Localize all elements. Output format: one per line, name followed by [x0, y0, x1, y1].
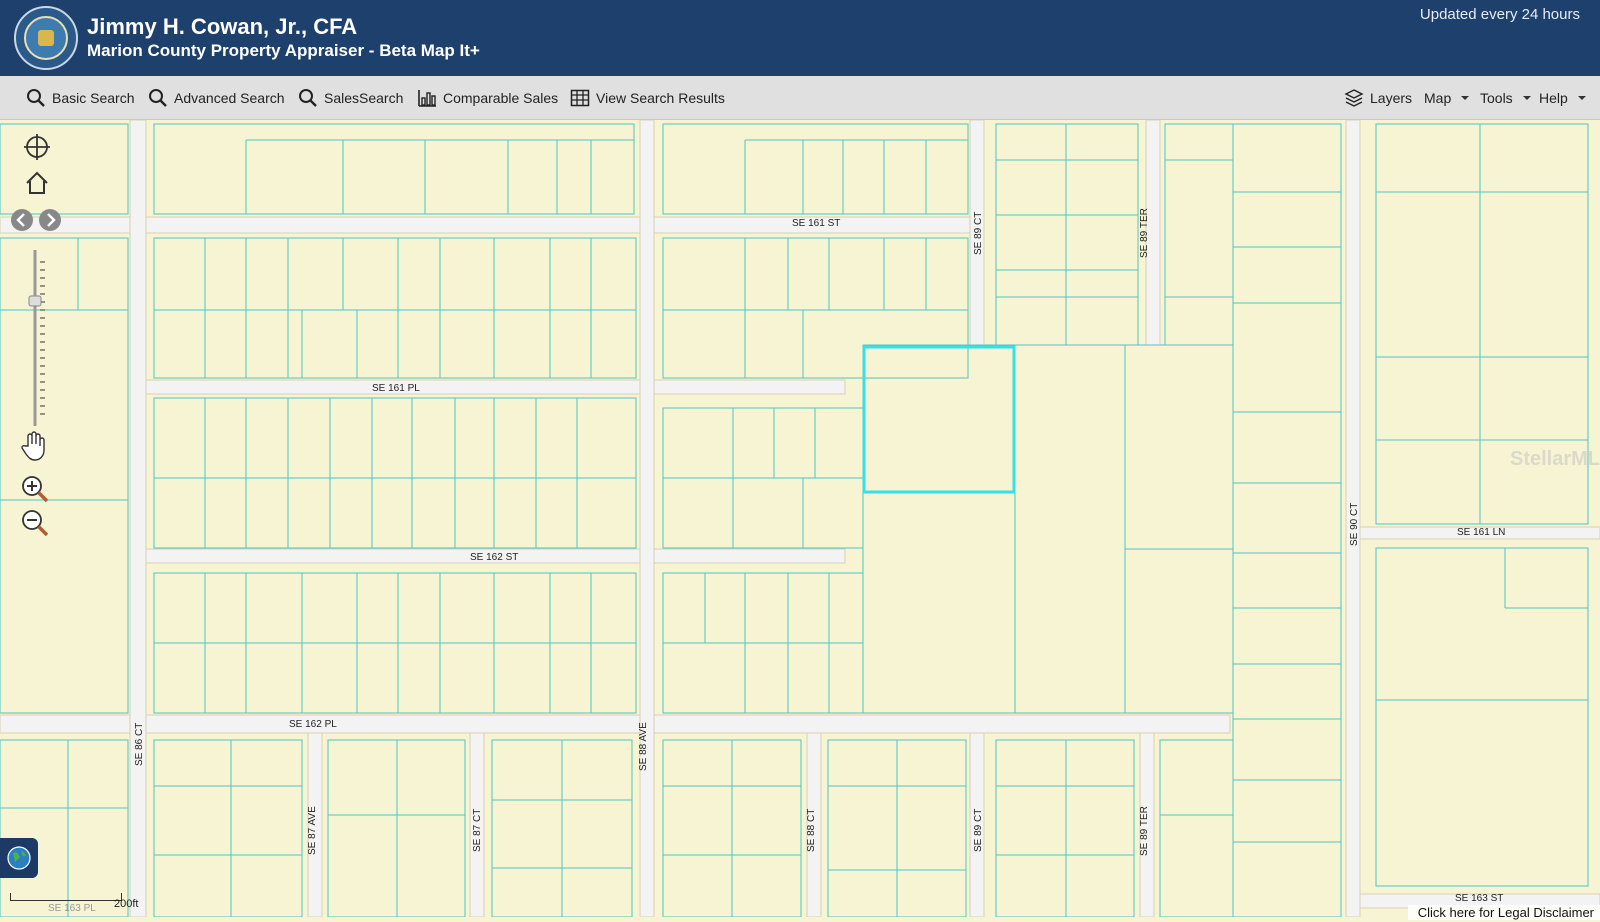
update-notice: Updated every 24 hours: [1419, 6, 1580, 23]
next-extent-button[interactable]: [38, 208, 62, 237]
street-label-se-89-ct-south: SE 89 CT: [973, 809, 984, 852]
chevron-left-icon: [11, 209, 33, 231]
app-subtitle: Marion County Property Appraiser - Beta …: [87, 41, 480, 60]
home-extent-button[interactable]: [24, 170, 50, 201]
scale-bar: [10, 893, 122, 901]
street-label-se-87-ct: SE 87 CT: [472, 809, 483, 852]
previous-extent-button[interactable]: [10, 208, 34, 237]
street-label-se-86-ct: SE 86 CT: [134, 723, 145, 766]
basic-search-label: Basic Search: [52, 90, 135, 106]
street-label-se-161-st: SE 161 ST: [792, 218, 840, 229]
caret-down-icon: [1461, 96, 1470, 100]
street-label-se-162-pl: SE 162 PL: [289, 719, 337, 730]
advanced-search-button[interactable]: Advanced Search: [148, 76, 285, 120]
sales-search-label: SalesSearch: [324, 90, 404, 106]
parcel-map[interactable]: SE 161 ST SE 161 PL SE 162 ST SE 162 PL …: [0, 119, 1600, 918]
locate-button[interactable]: [22, 132, 52, 167]
street-label-se-161-ln: SE 161 LN: [1457, 527, 1505, 538]
street-label-se-163-st: SE 163 ST: [1455, 893, 1503, 904]
pan-button[interactable]: [20, 430, 48, 467]
street-label-se-88-ct: SE 88 CT: [806, 809, 817, 852]
zoom-in-icon: [22, 476, 49, 503]
street-label-se-87-ave: SE 87 AVE: [307, 806, 318, 855]
legal-disclaimer-link[interactable]: Click here for Legal Disclaimer: [1407, 905, 1600, 920]
layers-icon: [1344, 89, 1364, 107]
advanced-search-label: Advanced Search: [174, 90, 285, 106]
street-label-se-89-ct: SE 89 CT: [973, 212, 984, 255]
basemap-toggle-button[interactable]: [0, 838, 38, 878]
globe-icon: [7, 846, 31, 870]
main-toolbar: Basic Search Advanced Search SalesSearch…: [0, 76, 1600, 120]
search-icon: [27, 89, 45, 107]
comparable-sales-label: Comparable Sales: [443, 90, 559, 106]
map-menu-label: Map: [1424, 90, 1452, 106]
street-label-se-161-pl: SE 161 PL: [372, 383, 420, 394]
search-icon: [149, 89, 167, 107]
tools-menu-button[interactable]: Tools: [1480, 76, 1531, 120]
street-label-se-89-ter: SE 89 TER: [1139, 208, 1150, 258]
table-icon: [570, 89, 590, 107]
scale-bar-label: 200ft: [114, 898, 139, 910]
zoom-out-button[interactable]: [20, 508, 50, 543]
zoom-out-icon: [22, 510, 49, 537]
street-label-se-163-pl: SE 163 PL: [48, 903, 96, 914]
app-header: Jimmy H. Cowan, Jr., CFA Marion County P…: [0, 0, 1600, 76]
view-search-results-label: View Search Results: [596, 90, 725, 106]
zoom-slider-handle[interactable]: [28, 295, 42, 307]
appraiser-name: Jimmy H. Cowan, Jr., CFA: [87, 14, 358, 39]
chevron-right-icon: [39, 209, 61, 231]
caret-down-icon: [1522, 96, 1531, 100]
street-label-se-88-ave: SE 88 AVE: [638, 722, 649, 771]
hand-icon: [21, 431, 45, 461]
mls-watermark: StellarMLS: [1510, 448, 1600, 470]
layers-button[interactable]: Layers: [1344, 76, 1412, 120]
county-seal-logo: [14, 6, 78, 70]
basic-search-button[interactable]: Basic Search: [26, 76, 134, 120]
layers-label: Layers: [1370, 90, 1413, 106]
help-menu-label: Help: [1539, 90, 1568, 106]
parcel-map-canvas[interactable]: SE 161 ST SE 161 PL SE 162 ST SE 162 PL …: [0, 119, 1600, 918]
map-menu-button[interactable]: Map: [1424, 76, 1470, 120]
view-search-results-button[interactable]: View Search Results: [570, 76, 725, 120]
zoom-in-button[interactable]: [20, 474, 50, 509]
street-label-se-90-ct: SE 90 CT: [1349, 503, 1360, 546]
tools-menu-label: Tools: [1480, 90, 1513, 106]
zoom-slider[interactable]: [26, 246, 48, 437]
home-icon: [26, 171, 48, 194]
comparable-sales-button[interactable]: Comparable Sales: [417, 76, 558, 120]
caret-down-icon: [1577, 96, 1586, 100]
street-label-se-162-st: SE 162 ST: [470, 552, 518, 563]
street-label-se-89-ter-south: SE 89 TER: [1139, 806, 1150, 856]
sales-search-button[interactable]: SalesSearch: [298, 76, 403, 120]
search-icon: [299, 89, 317, 107]
crosshair-icon: [24, 134, 50, 160]
help-menu-button[interactable]: Help: [1539, 76, 1586, 120]
bar-chart-icon: [418, 90, 436, 107]
